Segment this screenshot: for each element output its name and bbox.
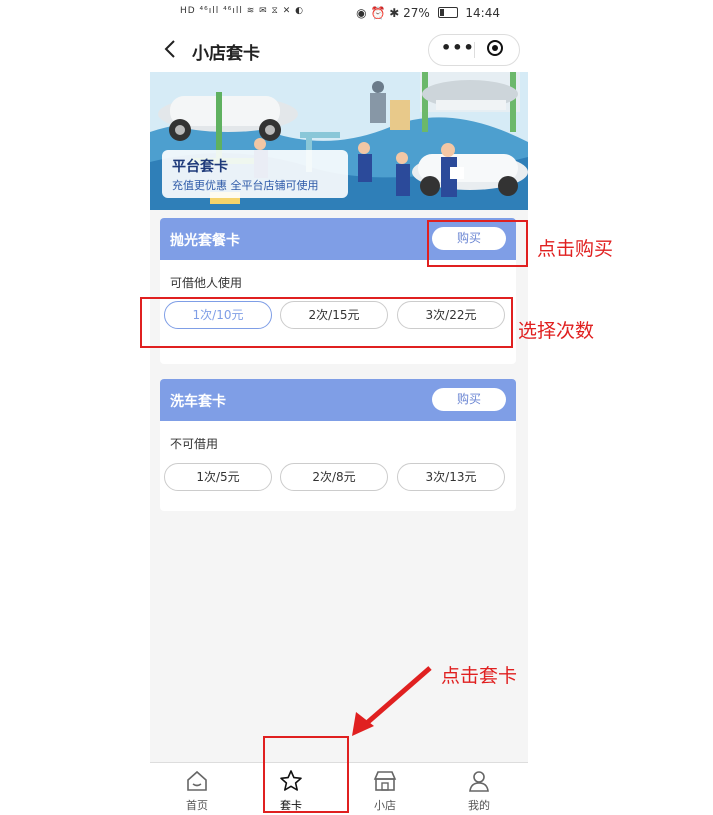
card-title: 抛光套餐卡 [170,233,240,249]
phone-screen: HD ⁴⁶ıll ⁴⁶ıll ≋ ✉ ⧖ ✕ ◐ ◉ ⏰ ✱ 27% 14:44… [150,0,528,815]
status-right: ◉ ⏰ ✱ 27% 14:44 [356,6,500,20]
tab-label: 我的 [468,799,490,812]
status-left-icons: HD ⁴⁶ıll ⁴⁶ıll ≋ ✉ ⧖ ✕ ◐ [180,6,304,16]
annotation-box-buy [427,220,528,267]
mini-program-capsule: ••• [428,34,520,66]
tab-home[interactable]: 首页 [150,763,244,815]
status-bar: HD ⁴⁶ıll ⁴⁶ıll ≋ ✉ ⧖ ✕ ◐ ◉ ⏰ ✱ 27% 14:44 [150,0,528,28]
tab-shop[interactable]: 小店 [338,763,432,815]
page-title: 小店套卡 [192,44,260,64]
battery-icon [437,7,458,18]
count-option-1[interactable]: 1次/5元 [164,463,272,491]
card-usage-note: 可借他人使用 [170,276,243,290]
package-card-wash: 洗车套卡 购买 不可借用 1次/5元 2次/8元 3次/13元 [160,379,516,511]
count-option-3[interactable]: 3次/13元 [397,463,505,491]
tab-label: 小店 [374,799,396,812]
platform-card-banner[interactable]: 平台套卡 充值更优惠 全平台店铺可使用 [150,72,528,210]
annotation-box-options [140,297,513,348]
buy-button[interactable]: 购买 [432,388,506,411]
annotation-box-tab [263,736,349,813]
card-usage-note: 不可借用 [170,437,219,451]
more-menu-button[interactable]: ••• [441,38,475,57]
home-icon [187,770,207,791]
user-icon [469,771,489,792]
status-time: 14:44 [465,6,500,20]
count-option-2[interactable]: 2次/8元 [280,463,388,491]
shop-icon [373,771,397,791]
close-target-icon[interactable] [487,40,503,56]
back-arrow-icon[interactable] [164,39,176,64]
tab-label: 首页 [186,799,208,812]
annotation-text-tab: 点击套卡 [441,665,518,687]
banner-info-card: 平台套卡 充值更优惠 全平台店铺可使用 [162,150,348,198]
annotation-text-select: 选择次数 [518,320,595,342]
capsule-divider [474,42,475,58]
nav-bar: 小店套卡 ••• [150,28,528,72]
card-title: 洗车套卡 [170,394,226,410]
card-header: 洗车套卡 购买 [160,379,516,421]
banner-subtitle: 充值更优惠 全平台店铺可使用 [172,179,319,192]
annotation-text-buy: 点击购买 [537,238,614,260]
banner-title: 平台套卡 [172,159,228,175]
status-right-icons: ◉ ⏰ ✱ 27% [356,6,430,20]
tab-mine[interactable]: 我的 [432,763,526,815]
